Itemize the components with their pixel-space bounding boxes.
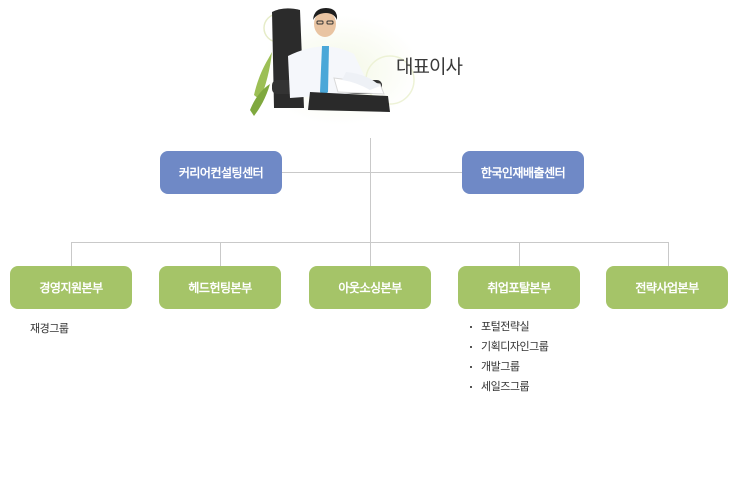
ceo-photo <box>250 8 420 125</box>
division-outsourcing[interactable]: 아웃소싱본부 <box>309 266 431 309</box>
connector-division-4 <box>519 242 520 266</box>
connector-division-1 <box>71 242 72 266</box>
division-headhunting[interactable]: 헤드헌팅본부 <box>159 266 281 309</box>
portal-sub-list: 포털전략실 기획디자인그룹 개발그룹 세일즈그룹 <box>468 320 549 400</box>
division-job-portal[interactable]: 취업포탈본부 <box>458 266 580 309</box>
connector-division-3 <box>370 242 371 266</box>
portal-sub-item: 세일즈그룹 <box>468 380 548 400</box>
center-career-consulting[interactable]: 커리어컨설팅센터 <box>160 151 282 194</box>
portal-sub-item: 기획디자인그룹 <box>468 340 549 360</box>
division-management-support[interactable]: 경영지원본부 <box>10 266 132 309</box>
management-sub-item: 재경그룹 <box>30 322 69 335</box>
connector-division-2 <box>220 242 221 266</box>
center-talent[interactable]: 한국인재배출센터 <box>462 151 584 194</box>
portal-sub-item: 포털전략실 <box>468 320 548 340</box>
portal-sub-item: 개발그룹 <box>468 360 548 380</box>
ceo-label: 대표이사 <box>396 56 463 78</box>
connector-ceo-trunk <box>370 138 371 243</box>
division-strategy[interactable]: 전략사업본부 <box>606 266 728 309</box>
connector-centers <box>282 172 462 173</box>
connector-division-5 <box>668 242 669 266</box>
